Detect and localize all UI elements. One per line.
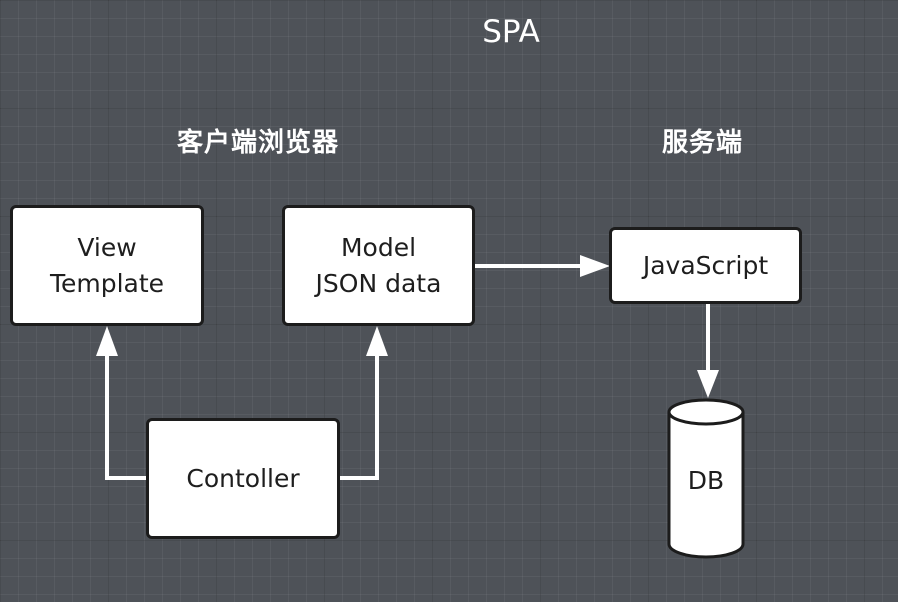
controller-node-label: Contoller [186, 463, 300, 493]
edge-javascript-to-db [697, 304, 719, 398]
view-template-node: View Template [10, 205, 204, 326]
db-node-label: DB [687, 466, 725, 495]
model-json-node: Model JSON data [282, 205, 475, 326]
model-node-line1: Model [340, 232, 417, 262]
db-cylinder-node: DB [666, 398, 746, 560]
view-node-line1: View [77, 232, 137, 262]
edge-controller-to-view [96, 326, 148, 480]
controller-node: Contoller [146, 418, 340, 539]
edge-model-to-javascript [475, 255, 610, 277]
view-node-line2: Template [49, 268, 165, 298]
javascript-node: JavaScript [609, 227, 802, 304]
model-node-line2: JSON data [315, 268, 442, 298]
javascript-node-label: JavaScript [642, 250, 769, 280]
edge-controller-to-model [340, 326, 388, 480]
